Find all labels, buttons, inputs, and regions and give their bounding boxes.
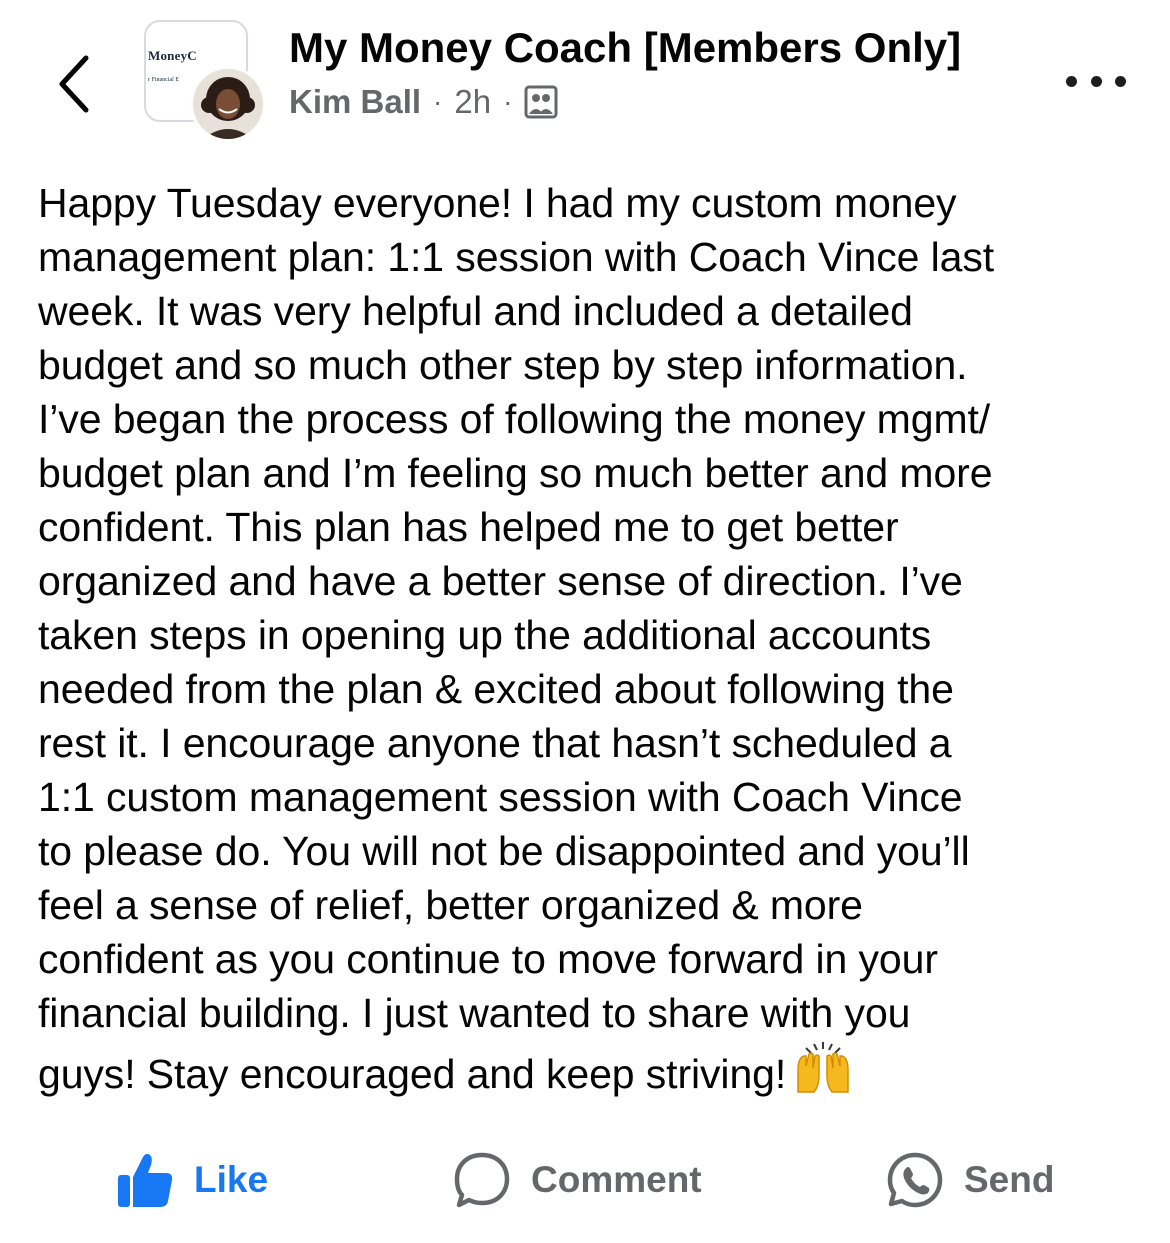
more-dot-icon: [1066, 75, 1077, 87]
comment-label: Comment: [531, 1159, 702, 1200]
like-button[interactable]: Like: [116, 1140, 268, 1220]
person-photo-icon: [193, 69, 263, 139]
group-name-link[interactable]: My Money Coach [Members Only]: [289, 22, 961, 74]
group-members-icon: [524, 85, 558, 119]
group-thumbnail-logo: MoneyC: [148, 48, 197, 63]
post-timestamp[interactable]: 2h: [454, 82, 491, 122]
meta-separator: ·: [433, 86, 443, 117]
post-text: Happy Tuesday everyone! I had my custom …: [38, 180, 995, 1097]
back-button[interactable]: [44, 44, 104, 124]
author-avatar[interactable]: [190, 66, 266, 142]
post-action-bar: Like Comment Send: [0, 1140, 1170, 1220]
meta-separator: ·: [503, 86, 513, 117]
comment-button[interactable]: Comment: [453, 1140, 702, 1220]
post-body: Happy Tuesday everyone! I had my custom …: [38, 176, 1138, 1107]
thumbs-up-icon: [118, 1153, 173, 1207]
comment-bubble-icon: [454, 1152, 510, 1208]
author-name-link[interactable]: Kim Ball: [289, 82, 421, 122]
raising-hands-icon: [792, 1040, 854, 1107]
more-dot-icon: [1115, 75, 1126, 87]
more-dot-icon: [1090, 75, 1102, 87]
whatsapp-icon: [887, 1152, 943, 1208]
send-label: Send: [964, 1159, 1055, 1200]
send-button[interactable]: Send: [886, 1140, 1054, 1220]
post-avatar[interactable]: MoneyC r Financial E: [144, 20, 268, 142]
chevron-left-icon: [59, 55, 89, 113]
post-meta: Kim Ball · 2h ·: [289, 82, 961, 122]
group-thumbnail-logo-sub: r Financial E: [148, 77, 179, 83]
more-options-button[interactable]: [1066, 66, 1126, 96]
like-label: Like: [194, 1159, 269, 1200]
post-header: My Money Coach [Members Only] Kim Ball ·…: [289, 22, 961, 122]
